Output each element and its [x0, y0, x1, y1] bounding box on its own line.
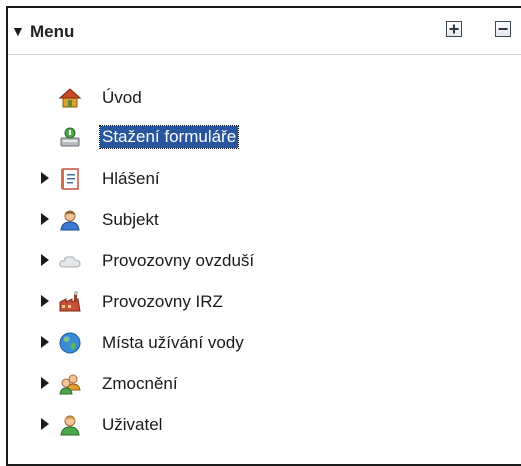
subject-person-icon	[60, 210, 80, 231]
tree-item-label-selected: Stažení formuláře	[98, 125, 240, 149]
tree-item-uzivatel[interactable]: Uživatel	[8, 412, 408, 438]
expand-arrow-icon[interactable]	[41, 418, 49, 430]
user-icon	[60, 415, 80, 436]
tree-item-label: Subjekt	[102, 210, 159, 229]
collapse-all-button[interactable]	[495, 21, 511, 37]
tree-item-label: Uživatel	[102, 415, 163, 434]
tree-item-provozovny-ovzdusi[interactable]: Provozovny ovzduší	[8, 248, 408, 274]
tree-item-provozovny-irz[interactable]: Provozovny IRZ	[8, 289, 408, 315]
menu-title: Menu	[30, 22, 75, 41]
expand-arrow-icon[interactable]	[41, 295, 49, 307]
tree-item-label: Provozovny IRZ	[102, 292, 223, 311]
menu-header: ▼ Menu	[8, 8, 521, 55]
download-form-icon	[60, 127, 80, 147]
expand-arrow-icon[interactable]	[41, 377, 49, 389]
users-icon	[59, 374, 81, 395]
tree-item-label: Úvod	[102, 88, 142, 107]
tree-item-label: Místa užívání vody	[102, 333, 244, 352]
minus-box-icon	[498, 28, 508, 30]
plus-box-icon	[449, 24, 459, 34]
cloud-icon	[59, 256, 81, 268]
expand-arrow-icon[interactable]	[41, 254, 49, 266]
expand-all-button[interactable]	[446, 21, 462, 37]
globe-icon	[59, 332, 81, 354]
tree-item-zmocneni[interactable]: Zmocnění	[8, 371, 408, 397]
home-icon	[58, 88, 82, 108]
tree-item-label: Provozovny ovzduší	[102, 251, 255, 270]
menu-panel: ▼ Menu Úvod Stažení formuláře Hlášení Su…	[6, 6, 521, 466]
tree-item-label: Zmocnění	[102, 374, 178, 393]
expand-arrow-icon[interactable]	[41, 213, 49, 225]
report-icon	[61, 168, 79, 190]
tree-item-hlaseni[interactable]: Hlášení	[8, 166, 408, 192]
tree-item-subjekt[interactable]: Subjekt	[8, 207, 408, 233]
expand-arrow-icon[interactable]	[41, 172, 49, 184]
factory-icon	[59, 291, 81, 312]
tree-item-label: Hlášení	[102, 169, 160, 188]
tree-item-stazeni-formulare[interactable]: Stažení formuláře	[8, 124, 408, 150]
expand-arrow-icon[interactable]	[41, 336, 49, 348]
tree-item-uvod[interactable]: Úvod	[8, 85, 408, 111]
collapse-menu-toggle[interactable]: ▼	[11, 23, 25, 39]
tree-item-mista-uzivani-vody[interactable]: Místa užívání vody	[8, 330, 408, 356]
